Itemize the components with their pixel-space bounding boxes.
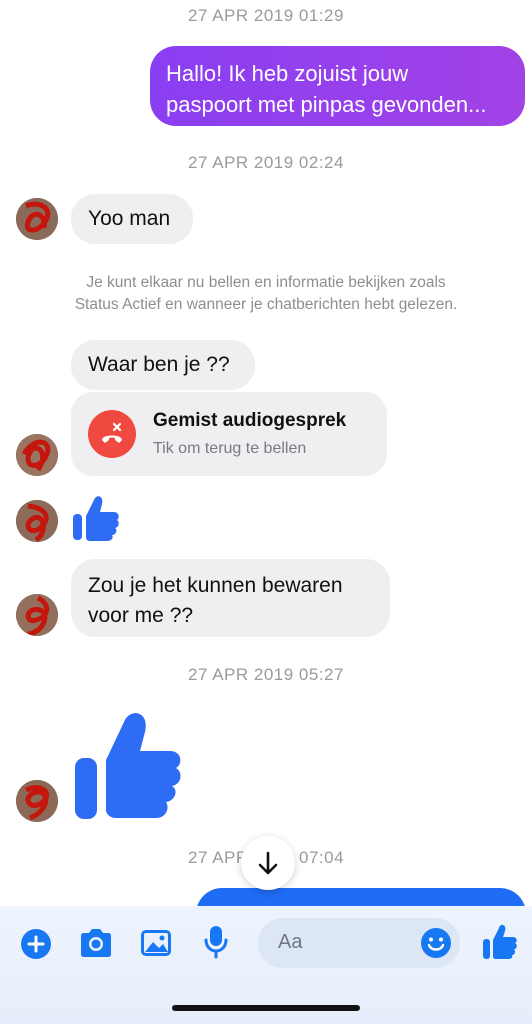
emoji-button[interactable]: [420, 927, 452, 964]
timestamp: 27 APR 2019 05:27: [188, 665, 344, 684]
message-line: Hallo! Ik heb zojuist jouw: [166, 61, 409, 86]
gallery-icon: [141, 930, 171, 956]
message-input-placeholder: Aa: [278, 931, 303, 953]
avatar[interactable]: [16, 594, 58, 636]
incoming-message[interactable]: Yoo man: [71, 194, 193, 244]
message-input[interactable]: Aa: [258, 918, 460, 968]
gallery-button[interactable]: [139, 927, 173, 964]
camera-icon: [81, 929, 111, 957]
timestamp: 27 APR 2019 02:24: [188, 153, 344, 172]
info-notice-line: Je kunt elkaar nu bellen en informatie b…: [86, 274, 446, 291]
message-line: voor me ??: [88, 604, 194, 627]
outgoing-message[interactable]: Hallo! Ik heb zojuist jouw paspoort met …: [150, 46, 525, 126]
thumbs-up-sticker[interactable]: [72, 492, 120, 547]
avatar[interactable]: [16, 780, 58, 822]
camera-button[interactable]: [78, 927, 114, 964]
thumbs-up-icon: [73, 496, 119, 541]
missed-call-title: Gemist audiogesprek: [153, 410, 347, 431]
incoming-message[interactable]: Zou je het kunnen bewaren voor me ??: [71, 559, 390, 637]
avatar[interactable]: [16, 198, 58, 240]
message-line: Zou je het kunnen bewaren: [88, 574, 343, 597]
scroll-down-arrow-icon: [258, 851, 278, 875]
plus-button[interactable]: [20, 928, 52, 965]
like-button[interactable]: [482, 922, 518, 965]
message-line: paspoort met pinpas gevonden...: [166, 92, 487, 117]
missed-call-subtitle: Tik om terug te bellen: [153, 440, 307, 457]
emoji-icon: [421, 928, 451, 958]
avatar[interactable]: [16, 434, 58, 476]
scroll-down-button[interactable]: [241, 836, 295, 890]
microphone-icon: [204, 926, 228, 959]
home-indicator[interactable]: [172, 1005, 360, 1011]
missed-call-card[interactable]: Gemist audiogesprek Tik om terug te bell…: [71, 392, 387, 476]
large-thumbs-up-sticker[interactable]: [74, 706, 184, 826]
plus-icon: [21, 929, 51, 959]
thumbs-up-icon: [75, 713, 181, 819]
timestamp-right: 07:04: [299, 848, 345, 867]
info-notice-line: Status Actief en wanneer je chatberichte…: [74, 296, 458, 313]
incoming-message[interactable]: Waar ben je ??: [71, 340, 255, 390]
timestamp: 27 APR 2019 01:29: [188, 6, 344, 25]
avatar[interactable]: [16, 500, 58, 542]
microphone-button[interactable]: [203, 924, 229, 965]
missed-call-icon: [88, 410, 136, 458]
timestamp-left: 27 APR: [188, 848, 249, 867]
thumbs-up-icon: [483, 924, 517, 959]
